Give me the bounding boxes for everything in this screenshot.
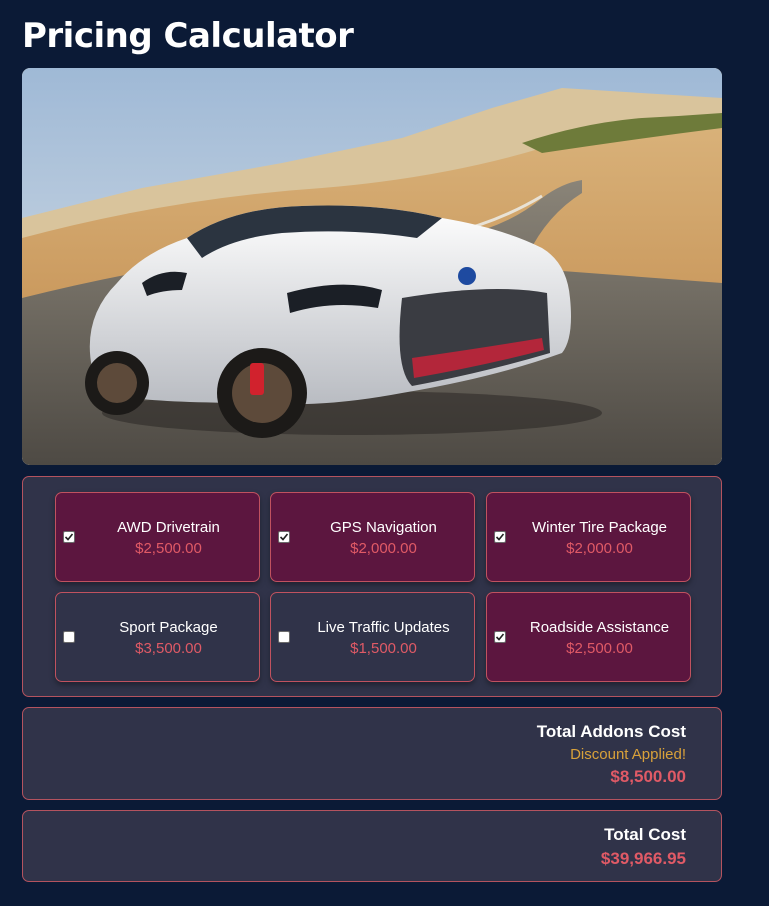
addon-card-sport-package[interactable]: Sport Package $3,500.00 [55, 592, 260, 682]
checkbox-awd-drivetrain[interactable] [63, 531, 75, 543]
total-cost-label: Total Cost [604, 825, 686, 844]
checkbox-winter-tire-package[interactable] [494, 531, 506, 543]
addon-name: GPS Navigation [330, 519, 437, 536]
checkbox-roadside-assistance[interactable] [494, 631, 506, 643]
sports-car-photo-icon [22, 68, 722, 465]
addon-price: $2,500.00 [135, 540, 202, 557]
addon-price: $2,500.00 [566, 640, 633, 657]
addon-card-live-traffic-updates[interactable]: Live Traffic Updates $1,500.00 [270, 592, 475, 682]
total-cost-amount: $39,966.95 [600, 849, 686, 868]
total-cost-summary: Total Cost $39,966.95 [22, 810, 722, 882]
checkmark-icon [279, 533, 289, 541]
page-title: Pricing Calculator [22, 16, 354, 56]
addon-card-gps-navigation[interactable]: GPS Navigation $2,000.00 [270, 492, 475, 582]
addon-price: $1,500.00 [350, 640, 417, 657]
addons-panel: AWD Drivetrain $2,500.00 GPS Navigation … [22, 476, 722, 697]
addon-price: $3,500.00 [135, 640, 202, 657]
addons-cost-summary: Total Addons Cost Discount Applied! $8,5… [22, 707, 722, 800]
car-hero-image [22, 68, 722, 465]
checkmark-icon [495, 633, 505, 641]
addon-price: $2,000.00 [566, 540, 633, 557]
addon-card-winter-tire-package[interactable]: Winter Tire Package $2,000.00 [486, 492, 691, 582]
addon-name: Sport Package [119, 619, 218, 636]
discount-applied-text: Discount Applied! [570, 746, 686, 763]
checkbox-gps-navigation[interactable] [278, 531, 290, 543]
pricing-calculator-page: Pricing Calculator AWD Drivetrain $2,500… [0, 0, 769, 906]
checkmark-icon [64, 533, 74, 541]
checkbox-live-traffic-updates[interactable] [278, 631, 290, 643]
addon-card-awd-drivetrain[interactable]: AWD Drivetrain $2,500.00 [55, 492, 260, 582]
addon-name: Winter Tire Package [531, 519, 668, 536]
addon-name: Roadside Assistance [529, 619, 670, 636]
addon-name: AWD Drivetrain [117, 519, 220, 536]
checkmark-icon [495, 533, 505, 541]
addons-cost-label: Total Addons Cost [536, 722, 686, 741]
checkbox-sport-package[interactable] [63, 631, 75, 643]
addon-card-roadside-assistance[interactable]: Roadside Assistance $2,500.00 [486, 592, 691, 682]
addon-price: $2,000.00 [350, 540, 417, 557]
addon-name: Live Traffic Updates [317, 619, 450, 636]
addons-cost-amount: $8,500.00 [610, 767, 686, 786]
